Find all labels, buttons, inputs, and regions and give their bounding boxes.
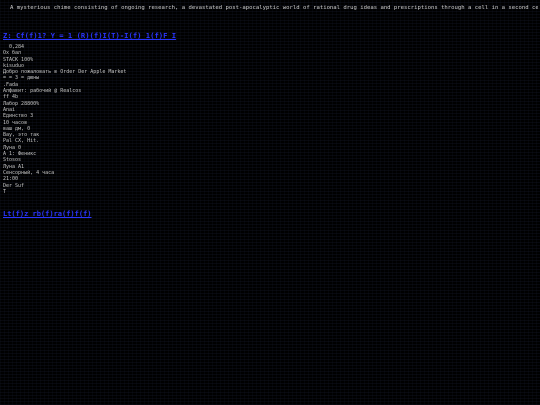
log-line: T [3,188,7,195]
title-link[interactable]: Z: Cf(f)1? Y = 1 (R)(f)I(T)-I(f) 1(f)F I [3,31,176,40]
footer-link[interactable]: Lt(f)z rb(f)ra(f)f(f) [3,210,92,218]
log-output: 0,284 Ox бал STACK 100% kisuduo Добро по… [3,44,243,195]
header-text: A mysterious chime consisting of ongoing… [10,5,538,11]
